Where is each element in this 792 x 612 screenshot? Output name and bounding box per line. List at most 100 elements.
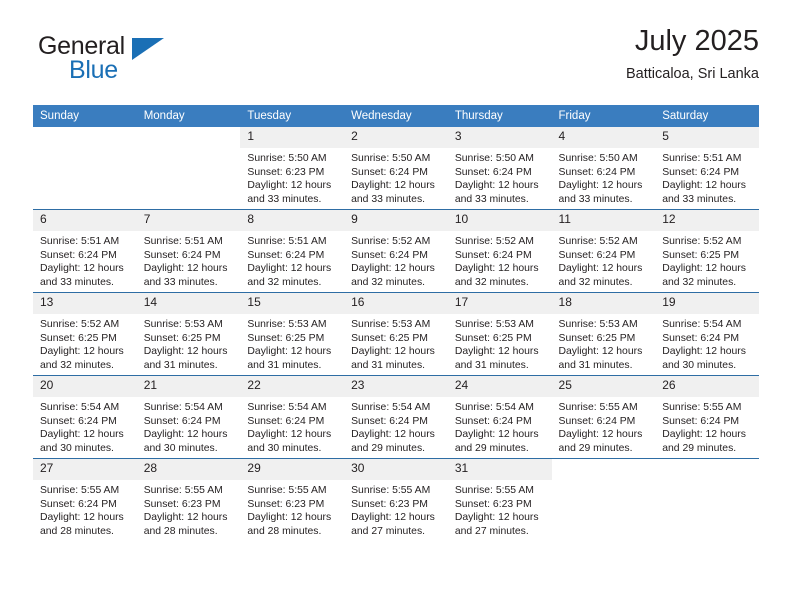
day-number: 24 xyxy=(447,376,552,397)
calendar-day-cell[interactable]: 25 Sunrise: 5:55 AM Sunset: 6:24 PM Dayligh… xyxy=(551,375,656,459)
daylight-duration-line2: and 31 minutes. xyxy=(247,359,322,371)
sunset-time: Sunset: 6:24 PM xyxy=(454,415,532,427)
sunset-time: Sunset: 6:24 PM xyxy=(143,249,221,261)
day-details: Sunrise: 5:54 AM Sunset: 6:24 PM Daylight:… xyxy=(448,397,552,455)
daylight-duration-line1: Daylight: 12 hours xyxy=(454,512,539,524)
daylight-duration-line2: and 33 minutes. xyxy=(558,193,633,205)
calendar-day-cell[interactable]: 19 Sunrise: 5:54 AM Sunset: 6:24 PM Dayligh… xyxy=(655,292,759,376)
daylight-duration-line1: Daylight: 12 hours xyxy=(247,263,332,275)
sunrise-time: Sunrise: 5:52 AM xyxy=(454,236,534,247)
day-details: Sunrise: 5:54 AM Sunset: 6:24 PM Daylight:… xyxy=(344,397,448,455)
day-details: Sunrise: 5:54 AM Sunset: 6:24 PM Daylight:… xyxy=(655,314,759,372)
general-blue-logo[interactable]: General Blue xyxy=(33,34,263,94)
calendar-day-cell[interactable]: 22 Sunrise: 5:54 AM Sunset: 6:24 PM Dayligh… xyxy=(240,375,345,459)
day-number: 31 xyxy=(447,459,552,480)
day-details: Sunrise: 5:52 AM Sunset: 6:24 PM Daylight:… xyxy=(552,231,656,289)
daylight-duration-line2: and 32 minutes. xyxy=(662,276,737,288)
calendar-day-cell[interactable]: 7 Sunrise: 5:51 AM Sunset: 6:24 PM Daylight… xyxy=(136,209,241,293)
calendar-day-cell[interactable]: 17 Sunrise: 5:53 AM Sunset: 6:25 PM Dayligh… xyxy=(447,292,552,376)
sunset-time: Sunset: 6:24 PM xyxy=(454,166,532,178)
day-number: 27 xyxy=(33,459,137,480)
weekday-header-monday: Monday xyxy=(136,105,241,127)
calendar-day-cell[interactable]: 13 Sunrise: 5:52 AM Sunset: 6:25 PM Dayligh… xyxy=(33,292,137,376)
calendar-day-cell[interactable]: 5 Sunrise: 5:51 AM Sunset: 6:24 PM Daylight… xyxy=(655,127,759,210)
weekday-header-saturday: Saturday xyxy=(655,105,759,127)
day-details: Sunrise: 5:53 AM Sunset: 6:25 PM Daylight:… xyxy=(137,314,241,372)
sunset-time: Sunset: 6:25 PM xyxy=(351,332,428,344)
calendar-day-cell[interactable]: 30 Sunrise: 5:55 AM Sunset: 6:23 PM Dayligh… xyxy=(344,458,448,541)
calendar-day-cell[interactable]: 9 Sunrise: 5:52 AM Sunset: 6:24 PM Daylight… xyxy=(344,209,448,293)
logo-triangle-icon xyxy=(132,38,164,60)
day-number: 19 xyxy=(655,293,759,314)
sunrise-time: Sunrise: 5:55 AM xyxy=(351,485,431,496)
calendar-day-cell[interactable]: 20 Sunrise: 5:54 AM Sunset: 6:24 PM Dayligh… xyxy=(33,375,137,459)
sunset-time: Sunset: 6:24 PM xyxy=(558,249,636,261)
daylight-duration-line2: and 33 minutes. xyxy=(454,193,529,205)
day-number: 29 xyxy=(240,459,345,480)
calendar-day-cell[interactable]: 1 Sunrise: 5:50 AM Sunset: 6:23 PM Daylight… xyxy=(240,127,345,210)
calendar-day-cell[interactable]: 10 Sunrise: 5:52 AM Sunset: 6:24 PM Dayligh… xyxy=(447,209,552,293)
day-number: 10 xyxy=(447,210,552,231)
daylight-duration-line1: Daylight: 12 hours xyxy=(351,346,435,358)
day-number: 25 xyxy=(551,376,656,397)
calendar-day-cell[interactable]: 14 Sunrise: 5:53 AM Sunset: 6:25 PM Dayligh… xyxy=(136,292,241,376)
daylight-duration-line2: and 29 minutes. xyxy=(558,442,633,454)
sunset-time: Sunset: 6:24 PM xyxy=(454,249,532,261)
day-details: Sunrise: 5:53 AM Sunset: 6:25 PM Daylight:… xyxy=(344,314,448,372)
day-number: 3 xyxy=(447,127,552,148)
daylight-duration-line1: Daylight: 12 hours xyxy=(40,512,124,524)
sunset-time: Sunset: 6:24 PM xyxy=(351,166,428,178)
day-number: 30 xyxy=(344,459,448,480)
calendar-day-cell[interactable]: 24 Sunrise: 5:54 AM Sunset: 6:24 PM Dayligh… xyxy=(447,375,552,459)
sunrise-time: Sunrise: 5:51 AM xyxy=(662,153,742,164)
calendar-day-cell[interactable]: 2 Sunrise: 5:50 AM Sunset: 6:24 PM Daylight… xyxy=(344,127,448,210)
day-number: 18 xyxy=(551,293,656,314)
daylight-duration-line2: and 32 minutes. xyxy=(558,276,633,288)
page-title: July 2025 xyxy=(634,25,759,57)
daylight-duration-line2: and 30 minutes. xyxy=(662,359,737,371)
sunrise-time: Sunrise: 5:55 AM xyxy=(40,485,120,496)
daylight-duration-line2: and 32 minutes. xyxy=(40,359,114,371)
calendar-day-cell[interactable]: 18 Sunrise: 5:53 AM Sunset: 6:25 PM Dayligh… xyxy=(551,292,656,376)
calendar-day-cell[interactable]: 23 Sunrise: 5:54 AM Sunset: 6:24 PM Dayligh… xyxy=(344,375,448,459)
calendar-day-cell[interactable]: 28 Sunrise: 5:55 AM Sunset: 6:23 PM Dayligh… xyxy=(136,458,241,541)
sunset-time: Sunset: 6:24 PM xyxy=(351,415,428,427)
calendar-day-cell[interactable]: 15 Sunrise: 5:53 AM Sunset: 6:25 PM Dayligh… xyxy=(240,292,345,376)
daylight-duration-line2: and 28 minutes. xyxy=(40,525,114,537)
sunrise-time: Sunrise: 5:55 AM xyxy=(247,485,327,496)
daylight-duration-line2: and 31 minutes. xyxy=(558,359,633,371)
calendar-day-cell[interactable]: 3 Sunrise: 5:50 AM Sunset: 6:24 PM Daylight… xyxy=(447,127,552,210)
calendar-day-cell[interactable]: 29 Sunrise: 5:55 AM Sunset: 6:23 PM Dayligh… xyxy=(240,458,345,541)
daylight-duration-line1: Daylight: 12 hours xyxy=(351,429,435,441)
day-number: 6 xyxy=(33,210,137,231)
daylight-duration-line1: Daylight: 12 hours xyxy=(558,346,643,358)
day-number: 26 xyxy=(655,376,759,397)
daylight-duration-line2: and 33 minutes. xyxy=(247,193,322,205)
calendar-day-cell[interactable]: 6 Sunrise: 5:51 AM Sunset: 6:24 PM Daylight… xyxy=(33,209,137,293)
weekday-header-tuesday: Tuesday xyxy=(240,105,345,127)
sunset-time: Sunset: 6:24 PM xyxy=(662,166,740,178)
calendar-day-cell[interactable]: 31 Sunrise: 5:55 AM Sunset: 6:23 PM Dayligh… xyxy=(447,458,552,541)
day-number xyxy=(551,459,656,480)
day-details: Sunrise: 5:51 AM Sunset: 6:24 PM Daylight:… xyxy=(655,148,759,206)
sunrise-time: Sunrise: 5:55 AM xyxy=(454,485,534,496)
calendar-week-row: 6 Sunrise: 5:51 AM Sunset: 6:24 PM Daylight… xyxy=(33,209,759,293)
daylight-duration-line1: Daylight: 12 hours xyxy=(454,346,539,358)
daylight-duration-line2: and 28 minutes. xyxy=(143,525,218,537)
calendar-week-row: 13 Sunrise: 5:52 AM Sunset: 6:25 PM Dayligh… xyxy=(33,292,759,376)
day-number: 8 xyxy=(240,210,345,231)
calendar-day-cell[interactable]: 16 Sunrise: 5:53 AM Sunset: 6:25 PM Dayligh… xyxy=(344,292,448,376)
calendar-day-cell[interactable]: 21 Sunrise: 5:54 AM Sunset: 6:24 PM Dayligh… xyxy=(136,375,241,459)
calendar-day-cell[interactable]: 11 Sunrise: 5:52 AM Sunset: 6:24 PM Dayligh… xyxy=(551,209,656,293)
calendar-day-cell[interactable]: 4 Sunrise: 5:50 AM Sunset: 6:24 PM Daylight… xyxy=(551,127,656,210)
calendar-day-cell[interactable]: 8 Sunrise: 5:51 AM Sunset: 6:24 PM Daylight… xyxy=(240,209,345,293)
day-details: Sunrise: 5:53 AM Sunset: 6:25 PM Daylight:… xyxy=(448,314,552,372)
day-details: Sunrise: 5:55 AM Sunset: 6:24 PM Daylight:… xyxy=(552,397,656,455)
calendar-day-cell[interactable]: 27 Sunrise: 5:55 AM Sunset: 6:24 PM Dayligh… xyxy=(33,458,137,541)
calendar-day-cell[interactable]: 12 Sunrise: 5:52 AM Sunset: 6:25 PM Dayligh… xyxy=(655,209,759,293)
day-number: 23 xyxy=(344,376,448,397)
calendar-day-cell[interactable]: 26 Sunrise: 5:55 AM Sunset: 6:24 PM Dayligh… xyxy=(655,375,759,459)
sunrise-time: Sunrise: 5:53 AM xyxy=(247,319,327,330)
page-header: General Blue July 2025 Batticaloa, Sri L… xyxy=(33,25,759,98)
sunrise-time: Sunrise: 5:54 AM xyxy=(351,402,431,413)
